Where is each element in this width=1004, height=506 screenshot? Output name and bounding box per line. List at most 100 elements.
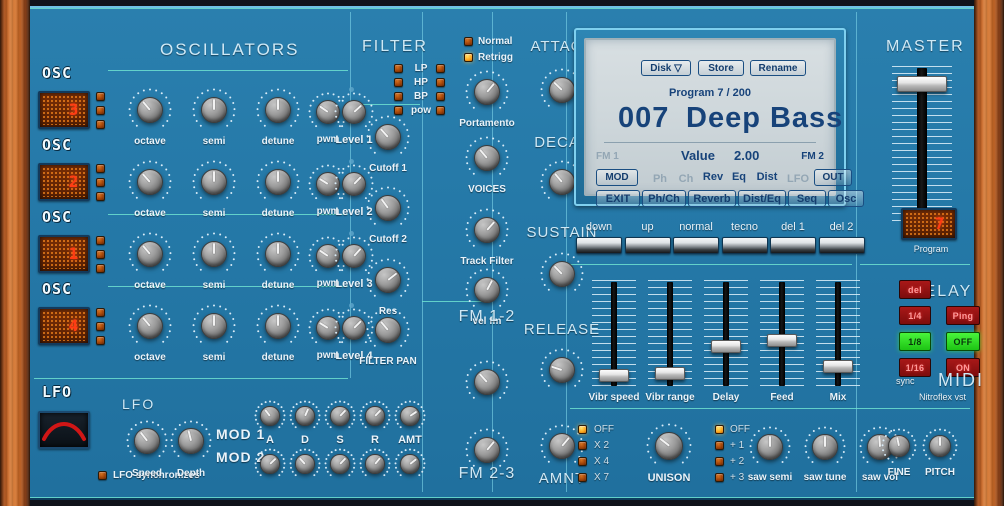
quick-button-up[interactable] xyxy=(624,237,671,254)
filter-mode-led-right-lp[interactable] xyxy=(436,64,445,73)
osc-2-waveform-display[interactable]: 2 xyxy=(38,163,90,201)
lcd-button-rename[interactable]: Rename xyxy=(750,60,806,76)
delay-mode-off[interactable]: OFF xyxy=(946,332,980,351)
osc-1-knob-detune[interactable] xyxy=(256,88,300,132)
lfo-mod1-knob-a[interactable] xyxy=(254,400,286,432)
filter-mode-led-right-hp[interactable] xyxy=(436,78,445,87)
fm-1-2-knob[interactable] xyxy=(465,360,509,404)
lcd-nav-seq[interactable]: Seq xyxy=(788,190,826,207)
filter-mode-led-left-bp[interactable] xyxy=(394,92,403,101)
slider-mix[interactable] xyxy=(816,280,860,388)
osc-2-led-1[interactable] xyxy=(96,164,105,173)
tuning-knob-pitch[interactable] xyxy=(922,428,958,464)
saw-led-+1[interactable] xyxy=(715,441,724,450)
lfo-mod2-knob-amt[interactable] xyxy=(394,448,426,480)
lfo-mod1-knob-r[interactable] xyxy=(359,400,391,432)
knob-cap[interactable] xyxy=(655,432,683,460)
lfo-depth-knob[interactable] xyxy=(170,420,212,462)
slider-vibr-range[interactable] xyxy=(648,280,692,388)
filter-knob-cutoff-1[interactable] xyxy=(366,115,410,159)
osc-4-led-1[interactable] xyxy=(96,308,105,317)
lcd-mod-out[interactable]: OUT xyxy=(814,169,852,186)
unison-led-x4[interactable] xyxy=(578,457,587,466)
lcd-button-store[interactable]: Store xyxy=(698,60,744,76)
osc-2-knob-detune[interactable] xyxy=(256,160,300,204)
osc-1-led-1[interactable] xyxy=(96,92,105,101)
quick-button-normal[interactable] xyxy=(673,237,719,254)
lfo-mod1-knob-d[interactable] xyxy=(289,400,321,432)
program-display[interactable]: 7 xyxy=(901,208,957,240)
saw-knob-saw-semi[interactable] xyxy=(749,426,791,468)
osc-3-led-1[interactable] xyxy=(96,236,105,245)
envelope-knob-sustain[interactable] xyxy=(540,252,584,296)
osc-4-led-2[interactable] xyxy=(96,322,105,331)
slider-handle[interactable] xyxy=(767,333,797,347)
osc-1-led-2[interactable] xyxy=(96,106,105,115)
unison-led-x2[interactable] xyxy=(578,441,587,450)
osc-1-waveform-display[interactable]: 3 xyxy=(38,91,90,129)
lfo-waveform-display[interactable] xyxy=(38,411,90,449)
slider-handle[interactable] xyxy=(655,367,685,381)
lcd-button-disk[interactable]: Disk ▽ xyxy=(641,60,691,76)
knob-cap[interactable] xyxy=(134,428,160,454)
envelope-knob-release[interactable] xyxy=(540,348,584,392)
osc-4-knob-semi[interactable] xyxy=(192,304,236,348)
osc-3-led-3[interactable] xyxy=(96,264,105,273)
lfo-mod2-knob-d[interactable] xyxy=(289,448,321,480)
quick-button-tecno[interactable] xyxy=(721,237,768,254)
saw-led-+3[interactable] xyxy=(715,473,724,482)
delay-sync-del[interactable]: del xyxy=(899,280,931,299)
quick-button-down[interactable] xyxy=(576,237,622,254)
lfo-speed-knob[interactable] xyxy=(126,420,168,462)
delay-mode-ping[interactable]: Ping xyxy=(946,306,980,325)
delay-sync-1-4[interactable]: 1/4 xyxy=(899,306,931,325)
lcd-nav-ph-ch[interactable]: Ph/Ch xyxy=(642,190,686,207)
lfo-mod2-knob-r[interactable] xyxy=(359,448,391,480)
osc-2-led-3[interactable] xyxy=(96,192,105,201)
lcd-nav-exit[interactable]: EXIT xyxy=(596,190,640,207)
osc-4-knob-octave[interactable] xyxy=(128,304,172,348)
filter-mode-led-left-pow[interactable] xyxy=(394,106,403,115)
lcd-nav-dist-eq[interactable]: Dist/Eq xyxy=(738,190,786,207)
unison-led-off[interactable] xyxy=(578,425,587,434)
osc-2-led-2[interactable] xyxy=(96,178,105,187)
filter-knob-filter-pan[interactable] xyxy=(366,308,410,352)
slider-handle[interactable] xyxy=(823,359,853,373)
slider-handle[interactable] xyxy=(711,339,741,353)
lcd-nav-osc[interactable]: Osc xyxy=(828,190,864,207)
lfo-mod1-knob-s[interactable] xyxy=(324,400,356,432)
filter-knob-res[interactable] xyxy=(366,258,410,302)
filter-knob-cutoff-2[interactable] xyxy=(366,186,410,230)
slider-feed[interactable] xyxy=(760,280,804,388)
lfo-sync-led[interactable] xyxy=(98,471,107,480)
lfo-mod1-knob-amt[interactable] xyxy=(394,400,426,432)
lcd-mod-dist[interactable]: Dist xyxy=(752,171,782,183)
master-slider-handle[interactable] xyxy=(897,75,947,92)
voice-knob-portamento[interactable] xyxy=(465,70,509,114)
osc-2-knob-semi[interactable] xyxy=(192,160,236,204)
filter-mode-led-right-pow[interactable] xyxy=(436,106,445,115)
tuning-knob-fine[interactable] xyxy=(881,428,917,464)
lcd-mod-rev[interactable]: Rev xyxy=(700,171,726,183)
lfo-mod2-knob-a[interactable] xyxy=(254,448,286,480)
osc-1-knob-octave[interactable] xyxy=(128,88,172,132)
slider-handle[interactable] xyxy=(599,369,629,383)
lcd-nav-reverb[interactable]: Reverb xyxy=(688,190,736,207)
osc-3-knob-detune[interactable] xyxy=(256,232,300,276)
lcd-mod-lfo[interactable]: LFO xyxy=(784,173,812,185)
voice-knob-vel-fm[interactable] xyxy=(465,268,509,312)
filter-mode-led-left-hp[interactable] xyxy=(394,78,403,87)
delay-sync-1-8[interactable]: 1/8 xyxy=(899,332,931,351)
osc-4-waveform-display[interactable]: 4 xyxy=(38,307,90,345)
quick-button-del-1[interactable] xyxy=(770,237,816,254)
osc-3-knob-octave[interactable] xyxy=(128,232,172,276)
unison-knob[interactable] xyxy=(646,423,692,469)
osc-3-waveform-display[interactable]: 1 xyxy=(38,235,90,273)
saw-led-+2[interactable] xyxy=(715,457,724,466)
osc-4-knob-detune[interactable] xyxy=(256,304,300,348)
master-slider[interactable] xyxy=(892,66,952,226)
filter-mode-led-right-bp[interactable] xyxy=(436,92,445,101)
saw-led-off[interactable] xyxy=(715,425,724,434)
lcd-mod-mod[interactable]: MOD xyxy=(596,169,638,186)
osc-4-led-3[interactable] xyxy=(96,336,105,345)
